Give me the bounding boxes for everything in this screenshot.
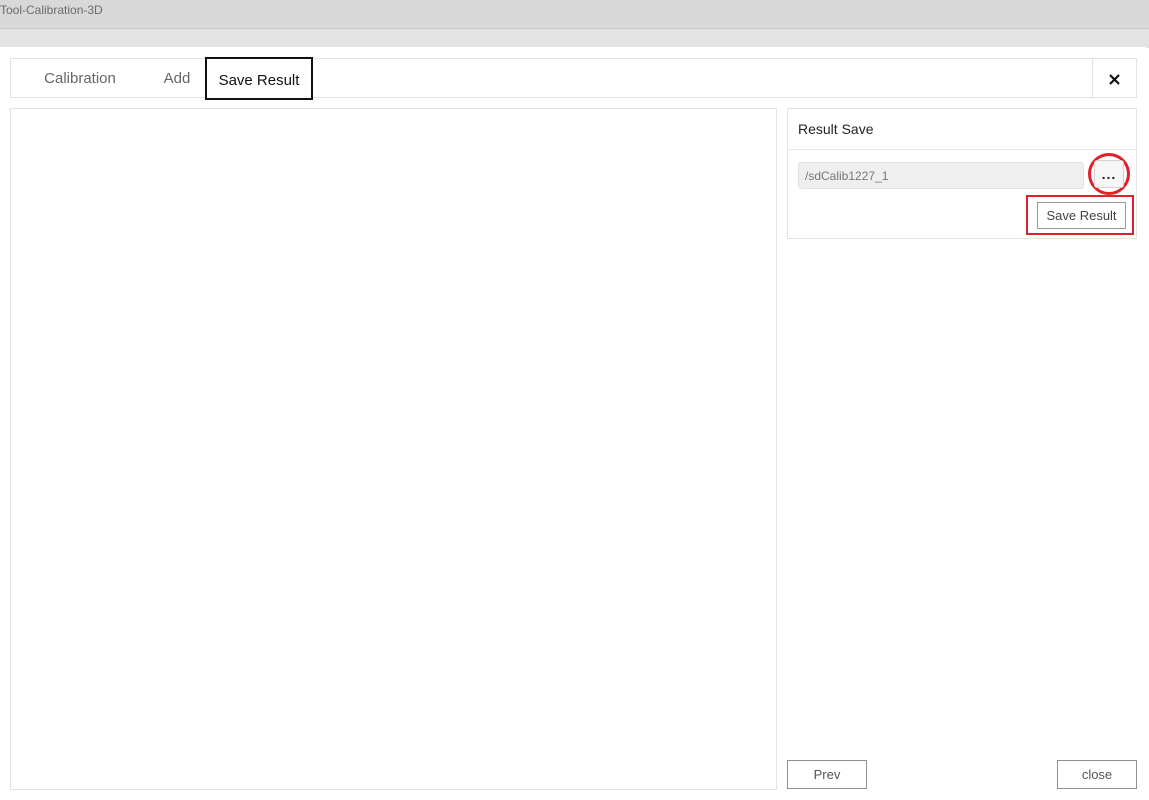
tab-bar: Calibration Type Add Save Result [10,57,1137,127]
save-path-input[interactable] [798,162,1084,189]
window-titlebar: Tool-Calibration-3D [0,0,1149,29]
prev-button[interactable]: Prev [787,760,867,789]
window-title: Tool-Calibration-3D [0,3,103,17]
close-dialog-button[interactable] [1092,59,1136,99]
browse-button[interactable]: ... [1094,160,1124,188]
tab-calibration-type[interactable]: Calibration Type [26,59,134,127]
close-icon [1109,73,1120,85]
save-button-highlight-box: Save Result [1026,195,1134,235]
tab-save-result[interactable]: Save Result [205,57,313,100]
calibration-dialog: Calibration Type Add Save Result Result … [0,47,1146,800]
tab-add[interactable]: Add [162,59,192,99]
toolbar-strip [0,29,1149,48]
preview-canvas-panel [10,108,777,790]
save-result-button[interactable]: Save Result [1037,202,1126,229]
result-save-header: Result Save [788,109,1136,150]
browse-highlight-circle: ... [1088,153,1130,195]
close-button[interactable]: close [1057,760,1137,789]
result-save-panel: Result Save ... Save Result [787,108,1137,239]
